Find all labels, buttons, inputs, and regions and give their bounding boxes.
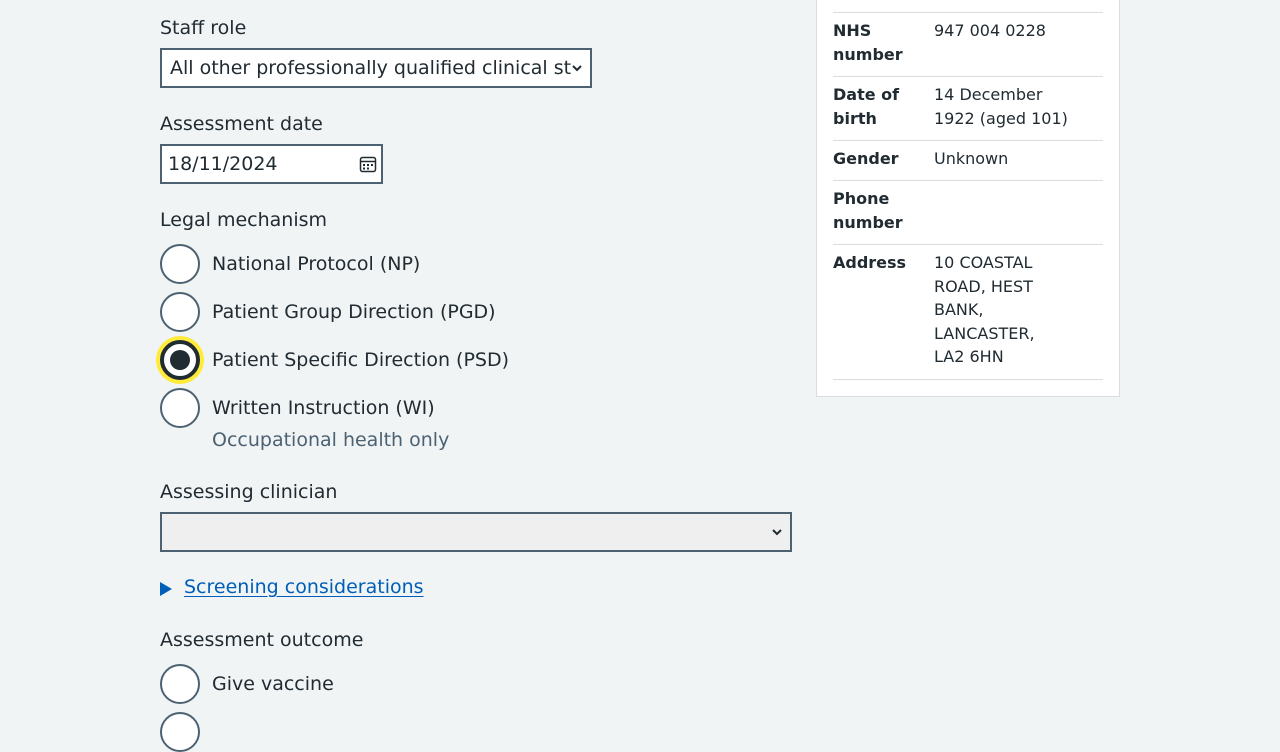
radio-psd[interactable] — [160, 340, 200, 380]
radio-option-pgd[interactable]: Patient Group Direction (PGD) — [160, 292, 496, 332]
summary-key: Gender — [833, 149, 899, 168]
assessment-date-input[interactable]: 18/11/2024 — [160, 144, 383, 184]
summary-row-address: Address 10 COASTAL ROAD, HEST BANK, LANC… — [833, 244, 1103, 380]
legal-mechanism-label: Legal mechanism — [160, 209, 328, 231]
radio-option-next[interactable] — [160, 712, 200, 752]
summary-key: NHS number — [833, 21, 903, 64]
summary-row-nhs-number: NHS number 947 004 0228 — [833, 12, 1103, 77]
chevron-down-icon — [772, 529, 782, 536]
assessment-outcome-label: Assessment outcome — [160, 629, 364, 651]
summary-row-gender: Gender Unknown — [833, 140, 1103, 181]
summary-key: Phone number — [833, 189, 903, 232]
summary-value: 10 COASTAL ROAD, HEST BANK, LANCASTER, L… — [934, 253, 1035, 366]
staff-role-label: Staff role — [160, 17, 247, 39]
staff-role-selected-value: All other professionally qualified clini… — [170, 57, 572, 79]
radio-label-pgd: Patient Group Direction (PGD) — [212, 301, 496, 323]
screening-considerations-link[interactable]: Screening considerations — [184, 576, 424, 598]
calendar-icon[interactable] — [359, 155, 377, 173]
radio-label-wi: Written Instruction (WI) — [212, 397, 435, 419]
summary-key: Date of birth — [833, 85, 900, 128]
radio-np[interactable] — [160, 244, 200, 284]
radio-pgd[interactable] — [160, 292, 200, 332]
assessment-date-label: Assessment date — [160, 113, 323, 135]
radio-option-psd[interactable]: Patient Specific Direction (PSD) — [160, 340, 509, 380]
radio-option-wi[interactable]: Written Instruction (WI) — [160, 388, 435, 428]
summary-value: 14 December 1922 (aged 101) — [934, 85, 1068, 128]
radio-label-np: National Protocol (NP) — [212, 253, 421, 275]
staff-role-select[interactable]: All other professionally qualified clini… — [160, 48, 592, 88]
summary-value: 947 004 0228 — [934, 21, 1046, 40]
summary-key: Address — [833, 253, 907, 272]
assessing-clinician-select[interactable] — [160, 512, 792, 552]
chevron-down-icon — [572, 65, 582, 72]
summary-row-phone-number: Phone number — [833, 180, 1103, 245]
summary-value: Unknown — [934, 149, 1009, 168]
patient-summary-card: NHS number 947 004 0228 Date of birth 14… — [816, 0, 1120, 397]
expand-triangle-icon — [160, 582, 172, 596]
radio-next[interactable] — [160, 712, 200, 752]
radio-hint-wi: Occupational health only — [212, 429, 450, 451]
radio-option-give-vaccine[interactable]: Give vaccine — [160, 664, 334, 704]
radio-option-np[interactable]: National Protocol (NP) — [160, 244, 420, 284]
radio-give-vaccine[interactable] — [160, 664, 200, 704]
radio-label-psd: Patient Specific Direction (PSD) — [212, 349, 510, 371]
screening-considerations-summary[interactable]: Screening considerations — [160, 576, 424, 598]
radio-label-give-vaccine: Give vaccine — [212, 673, 334, 695]
radio-wi[interactable] — [160, 388, 200, 428]
summary-row-date-of-birth: Date of birth 14 December 1922 (aged 101… — [833, 76, 1103, 141]
assessment-date-value: 18/11/2024 — [168, 153, 278, 175]
assessing-clinician-label: Assessing clinician — [160, 481, 338, 503]
